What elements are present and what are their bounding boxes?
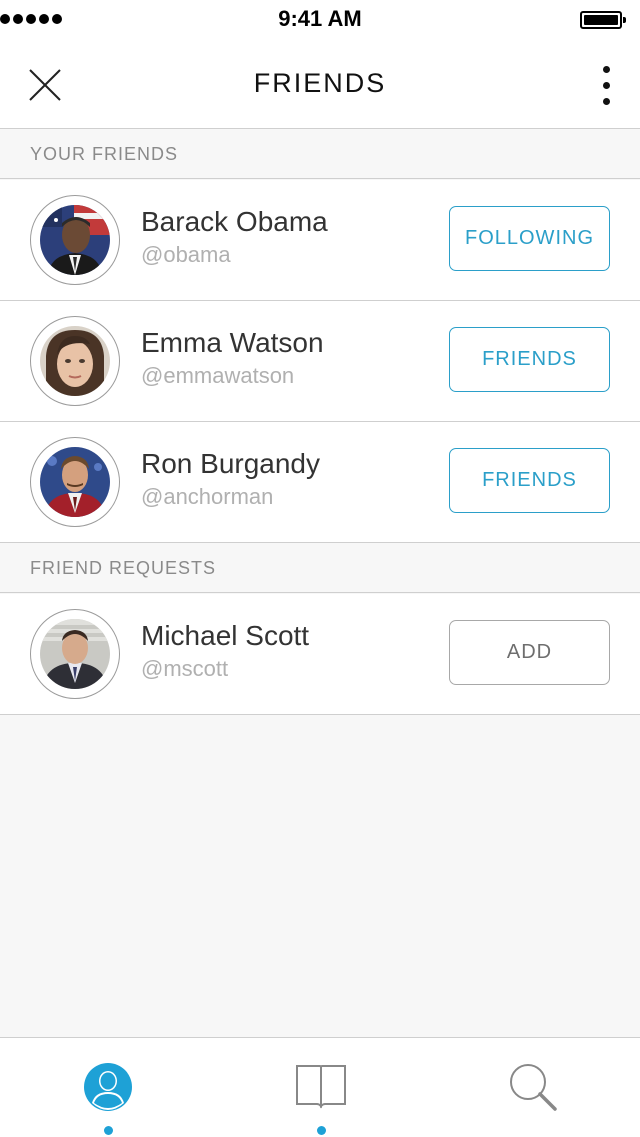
avatar[interactable] <box>30 316 120 406</box>
avatar-image <box>40 326 110 396</box>
add-friend-button[interactable]: ADD <box>449 620 610 685</box>
book-icon <box>296 1065 346 1109</box>
tab-search[interactable] <box>483 1038 583 1137</box>
more-options-button[interactable] <box>590 64 624 108</box>
tab-profile[interactable] <box>58 1038 158 1137</box>
tab-library[interactable] <box>271 1038 371 1137</box>
section-header-your-friends: YOUR FRIENDS <box>0 129 640 179</box>
search-icon <box>510 1064 557 1111</box>
request-name: Michael Scott <box>141 620 310 651</box>
avatar-image <box>40 447 110 517</box>
friend-row-obama[interactable]: Barack Obama @obama FOLLOWING <box>0 180 640 301</box>
status-time: 9:41 AM <box>278 6 362 31</box>
friend-name: Ron Burgandy <box>141 448 321 479</box>
friend-handle: @obama <box>141 242 231 267</box>
friend-handle: @anchorman <box>141 484 274 509</box>
person-icon <box>84 1063 132 1111</box>
friend-name: Emma Watson <box>141 327 324 358</box>
more-vertical-icon <box>603 66 610 73</box>
avatar-image <box>40 205 110 275</box>
avatar[interactable] <box>30 195 120 285</box>
friend-row-emma-watson[interactable]: Emma Watson @emmawatson FRIENDS <box>0 301 640 422</box>
top-area: 9:41 AM FRIENDS <box>0 0 640 129</box>
following-button[interactable]: FOLLOWING <box>449 206 610 271</box>
battery-icon <box>580 11 626 29</box>
section-header-friend-requests: FRIEND REQUESTS <box>0 543 640 593</box>
section-title: FRIEND REQUESTS <box>30 558 217 578</box>
avatar-image <box>40 619 110 689</box>
request-handle: @mscott <box>141 656 229 681</box>
friends-button[interactable]: FRIENDS <box>449 448 610 513</box>
empty-area <box>0 715 640 1037</box>
tab-bar <box>0 1037 640 1137</box>
section-title: YOUR FRIENDS <box>30 144 179 164</box>
tab-indicator-dot <box>104 1126 113 1135</box>
friend-row-ron-burgandy[interactable]: Ron Burgandy @anchorman FRIENDS <box>0 422 640 543</box>
page-title: FRIENDS <box>253 68 387 98</box>
avatar[interactable] <box>30 437 120 527</box>
request-row-michael-scott[interactable]: Michael Scott @mscott ADD <box>0 594 640 715</box>
friends-button[interactable]: FRIENDS <box>449 327 610 392</box>
tab-indicator-dot <box>317 1126 326 1135</box>
friend-handle: @emmawatson <box>141 363 295 388</box>
avatar[interactable] <box>30 609 120 699</box>
friend-name: Barack Obama <box>141 206 328 237</box>
status-bar: 9:41 AM <box>0 0 640 40</box>
navigation-bar: FRIENDS <box>0 40 640 128</box>
